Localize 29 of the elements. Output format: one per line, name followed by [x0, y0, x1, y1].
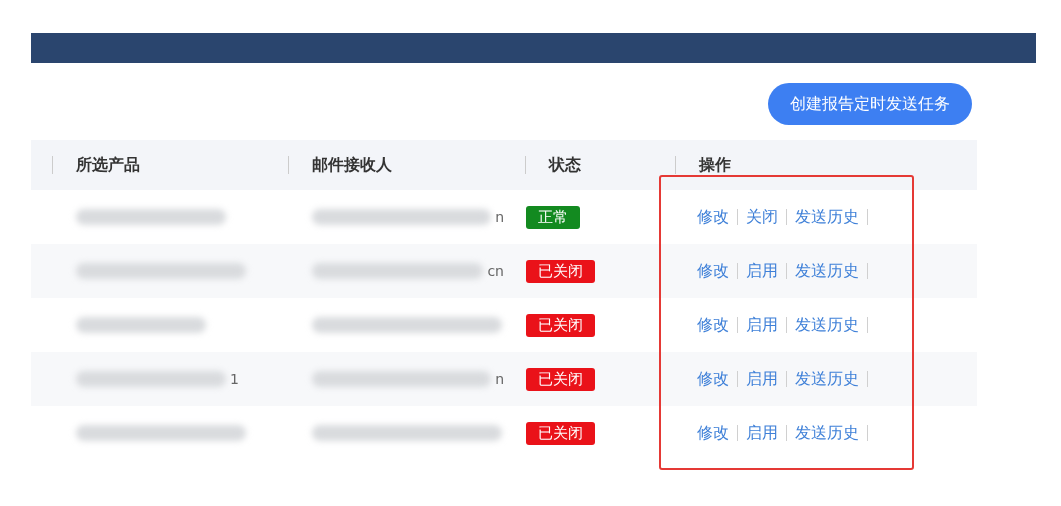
- column-header: 邮件接收人: [312, 154, 392, 176]
- action-link[interactable]: 发送历史: [795, 368, 859, 390]
- action-link[interactable]: 修改: [697, 260, 729, 282]
- action-link[interactable]: 发送历史: [795, 260, 859, 282]
- status-badge: 已关闭: [526, 313, 595, 337]
- table-cell: 1: [230, 371, 239, 387]
- table-cell: n: [495, 209, 504, 225]
- status-badge: 已关闭: [526, 367, 595, 391]
- table-cell: cn: [487, 263, 504, 279]
- action-link[interactable]: 发送历史: [795, 206, 859, 228]
- action-link[interactable]: 关闭: [746, 206, 778, 228]
- action-link[interactable]: 发送历史: [795, 422, 859, 444]
- status-badge: 已关闭: [526, 421, 595, 445]
- column-header: 状态: [549, 154, 581, 176]
- action-link[interactable]: 修改: [697, 206, 729, 228]
- status-badge: 正常: [526, 205, 580, 229]
- action-link[interactable]: 启用: [746, 260, 778, 282]
- action-link[interactable]: 发送历史: [795, 314, 859, 336]
- action-link[interactable]: 修改: [697, 422, 729, 444]
- table-cell: n: [495, 371, 504, 387]
- create-task-button[interactable]: 创建报告定时发送任务: [768, 83, 972, 125]
- status-badge: 已关闭: [526, 259, 595, 283]
- action-link[interactable]: 修改: [697, 314, 729, 336]
- column-header: 操作: [699, 154, 731, 176]
- action-link[interactable]: 修改: [697, 368, 729, 390]
- action-link[interactable]: 启用: [746, 314, 778, 336]
- action-link[interactable]: 启用: [746, 368, 778, 390]
- action-link[interactable]: 启用: [746, 422, 778, 444]
- column-header: 所选产品: [76, 154, 140, 176]
